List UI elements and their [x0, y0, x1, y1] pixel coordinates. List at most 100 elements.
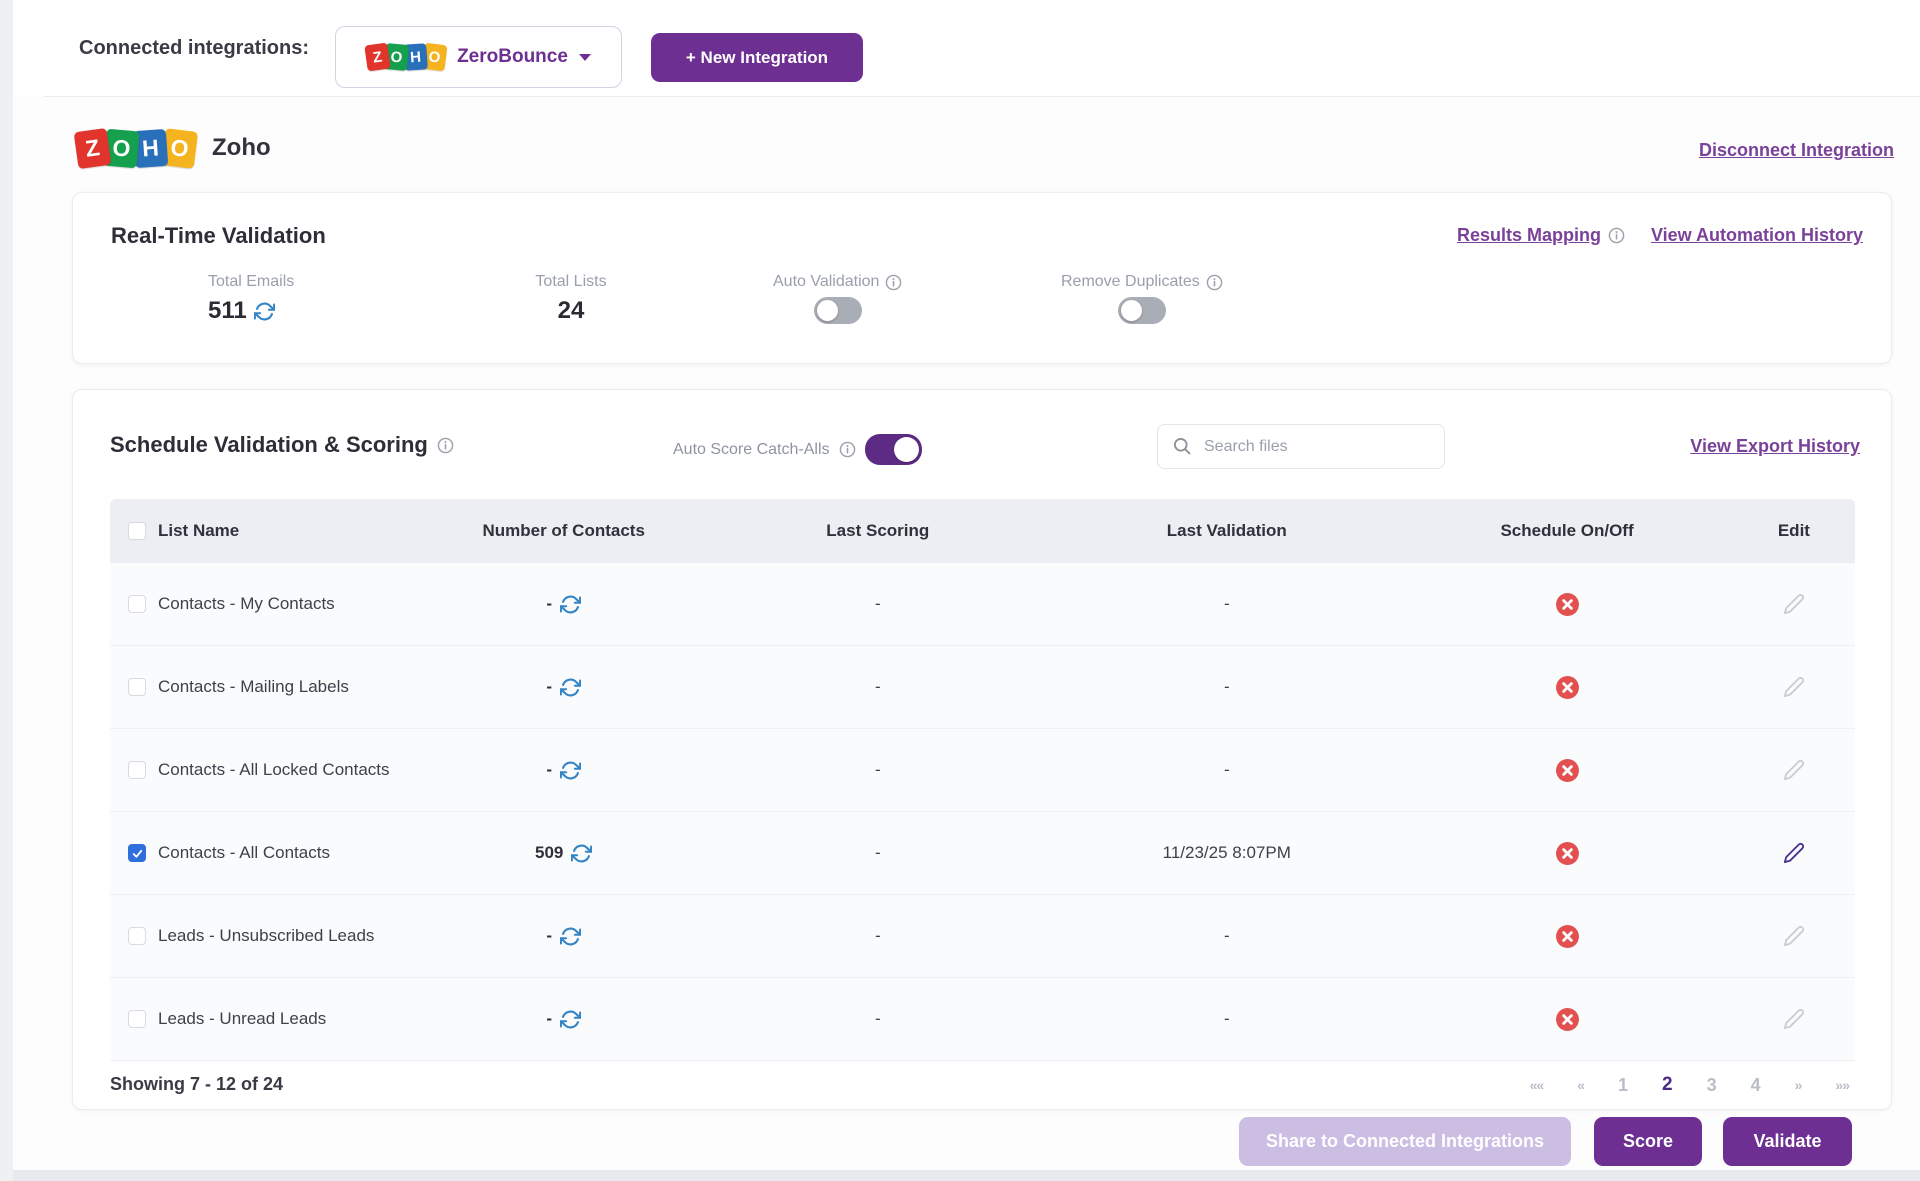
- last-scoring: -: [703, 594, 1052, 614]
- column-number-of-contacts: Number of Contacts: [424, 521, 703, 541]
- last-validation: -: [1052, 926, 1401, 946]
- remove-duplicates-control: Remove Duplicates: [1061, 273, 1223, 324]
- select-all-checkbox[interactable]: [128, 522, 146, 540]
- table-row: Contacts - Mailing Labels - - -: [110, 646, 1855, 729]
- refresh-icon[interactable]: [560, 760, 581, 781]
- search-icon: [1172, 436, 1192, 456]
- contacts-count: 509: [535, 843, 563, 863]
- pagination-first[interactable]: ««: [1530, 1077, 1544, 1093]
- auto-validation-toggle[interactable]: [814, 297, 862, 324]
- edit-pencil-icon: [1783, 593, 1805, 615]
- list-name: Leads - Unread Leads: [158, 1009, 326, 1029]
- column-schedule-on-off: Schedule On/Off: [1401, 521, 1733, 541]
- last-scoring: -: [703, 843, 1052, 863]
- integration-dropdown[interactable]: ZOHO ZeroBounce: [335, 26, 622, 88]
- info-icon: [1608, 227, 1625, 244]
- pagination-page[interactable]: 4: [1751, 1075, 1761, 1096]
- pagination-next[interactable]: »: [1795, 1077, 1802, 1093]
- last-validation: -: [1052, 1009, 1401, 1029]
- row-checkbox[interactable]: [128, 927, 146, 945]
- remove-duplicates-toggle[interactable]: [1118, 297, 1166, 324]
- edit-button[interactable]: [1783, 842, 1805, 864]
- total-emails-value: 511: [208, 297, 247, 325]
- contacts-count: -: [546, 594, 552, 614]
- info-icon: [839, 441, 856, 458]
- pagination: «««1234»»»: [1530, 1074, 1849, 1096]
- auto-validation-label: Auto Validation: [773, 273, 879, 291]
- schedule-off-icon[interactable]: [1555, 841, 1580, 866]
- auto-validation-control: Auto Validation: [773, 273, 902, 324]
- page-bottom-edge: [13, 1170, 1920, 1181]
- pagination-page[interactable]: 2: [1662, 1074, 1673, 1096]
- validate-button[interactable]: Validate: [1723, 1117, 1852, 1166]
- refresh-icon[interactable]: [571, 843, 592, 864]
- refresh-icon[interactable]: [560, 677, 581, 698]
- list-name: Contacts - All Contacts: [158, 843, 330, 863]
- schedule-off-icon[interactable]: [1555, 758, 1580, 783]
- zoho-logo-tile: Z: [74, 127, 112, 168]
- search-input[interactable]: [1157, 424, 1445, 469]
- list-name: Contacts - All Locked Contacts: [158, 760, 390, 780]
- lists-table: List Name Number of Contacts Last Scorin…: [110, 499, 1855, 1061]
- table-row: Contacts - My Contacts - - -: [110, 563, 1855, 646]
- table-row: Leads - Unread Leads - - -: [110, 978, 1855, 1061]
- top-bar: Connected integrations: ZOHO ZeroBounce …: [13, 0, 1920, 96]
- column-last-scoring: Last Scoring: [703, 521, 1052, 541]
- schedule-off-icon[interactable]: [1555, 592, 1580, 617]
- new-integration-button[interactable]: + New Integration: [651, 33, 863, 82]
- auto-score-control: Auto Score Catch-Alls: [673, 434, 922, 465]
- edit-pencil-icon: [1783, 1008, 1805, 1030]
- view-automation-history-link[interactable]: View Automation History: [1651, 225, 1863, 246]
- column-edit: Edit: [1733, 521, 1855, 541]
- schedule-off-icon[interactable]: [1555, 1007, 1580, 1032]
- edit-pencil-icon: [1783, 676, 1805, 698]
- table-header: List Name Number of Contacts Last Scorin…: [110, 499, 1855, 563]
- row-checkbox[interactable]: [128, 844, 146, 862]
- edit-button[interactable]: [1783, 1008, 1805, 1030]
- results-mapping-link[interactable]: Results Mapping: [1457, 225, 1601, 246]
- share-to-connected-integrations-button[interactable]: Share to Connected Integrations: [1239, 1117, 1571, 1166]
- search-box: [1157, 424, 1445, 469]
- chevron-down-icon: [579, 54, 591, 61]
- last-validation: 11/23/25 8:07PM: [1052, 843, 1401, 863]
- pagination-page[interactable]: 3: [1707, 1075, 1717, 1096]
- score-button[interactable]: Score: [1594, 1117, 1702, 1166]
- schedule-off-icon[interactable]: [1555, 924, 1580, 949]
- view-export-history-link[interactable]: View Export History: [1690, 436, 1860, 457]
- row-checkbox[interactable]: [128, 1010, 146, 1028]
- provider-name: Zoho: [212, 134, 271, 162]
- row-checkbox[interactable]: [128, 595, 146, 613]
- integration-dropdown-value: ZeroBounce: [457, 46, 568, 68]
- row-checkbox[interactable]: [128, 761, 146, 779]
- table-row: Contacts - All Contacts 509 - 11/23/25 8…: [110, 812, 1855, 895]
- pagination-page[interactable]: 1: [1618, 1075, 1628, 1096]
- zoho-logo-small: ZOHO: [366, 44, 446, 70]
- pagination-prev[interactable]: «: [1577, 1077, 1584, 1093]
- total-lists-value: 24: [558, 297, 585, 325]
- zoho-logo-tile: Z: [364, 43, 390, 72]
- last-validation: -: [1052, 677, 1401, 697]
- refresh-icon[interactable]: [560, 926, 581, 947]
- refresh-icon[interactable]: [560, 594, 581, 615]
- refresh-icon[interactable]: [560, 1009, 581, 1030]
- edit-button[interactable]: [1783, 759, 1805, 781]
- edit-button[interactable]: [1783, 925, 1805, 947]
- info-icon: [437, 437, 454, 454]
- edit-button[interactable]: [1783, 676, 1805, 698]
- disconnect-integration-link[interactable]: Disconnect Integration: [1699, 140, 1894, 161]
- total-lists-stat: Total Lists 24: [491, 273, 651, 325]
- schedule-off-icon[interactable]: [1555, 675, 1580, 700]
- list-name: Leads - Unsubscribed Leads: [158, 926, 374, 946]
- last-validation: -: [1052, 594, 1401, 614]
- column-last-validation: Last Validation: [1052, 521, 1401, 541]
- top-bar-divider: [44, 96, 1920, 97]
- auto-score-toggle[interactable]: [865, 434, 922, 465]
- page-left-gutter: [0, 0, 13, 1181]
- last-scoring: -: [703, 677, 1052, 697]
- realtime-card-links: Results Mapping View Automation History: [1457, 225, 1863, 246]
- edit-button[interactable]: [1783, 593, 1805, 615]
- pagination-last[interactable]: »»: [1835, 1077, 1849, 1093]
- row-checkbox[interactable]: [128, 678, 146, 696]
- check-icon: [131, 847, 144, 860]
- refresh-icon[interactable]: [254, 301, 275, 322]
